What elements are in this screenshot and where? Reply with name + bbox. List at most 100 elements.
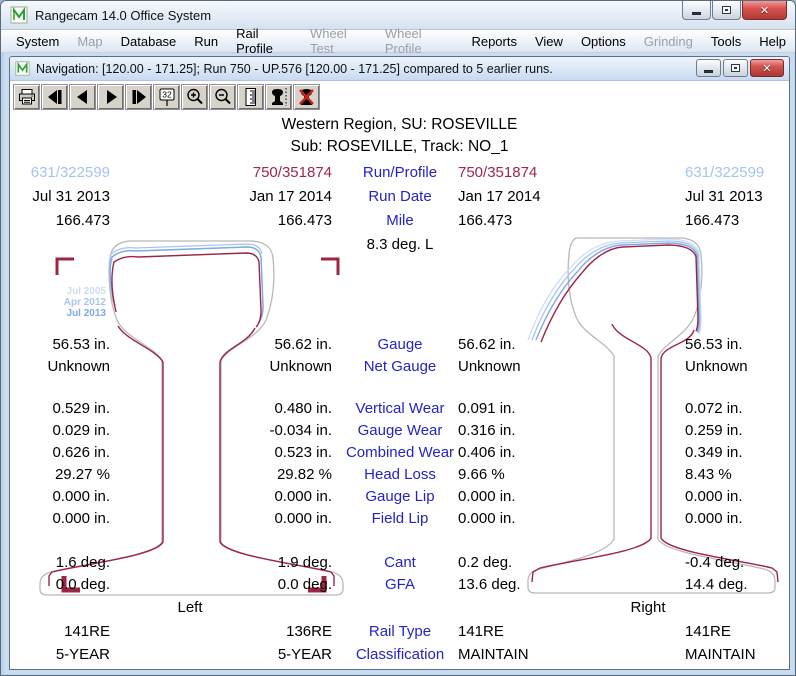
- cell: 0.029 in.: [15, 422, 110, 439]
- cell: Unknown: [458, 358, 608, 375]
- cell: 0.000 in.: [458, 510, 608, 527]
- next-run-button[interactable]: [97, 84, 124, 110]
- app-logo-icon: [10, 6, 28, 24]
- cell: Unknown: [150, 358, 332, 375]
- skip-back-icon: [45, 87, 65, 107]
- cell: 13.6 deg.: [458, 576, 608, 593]
- run-id-right-inner: 750/351874: [458, 164, 608, 181]
- cell: 0.000 in.: [685, 488, 787, 505]
- cell: 1.6 deg.: [15, 554, 110, 571]
- cell: Jan 17 2014: [150, 188, 332, 205]
- row-field-lip: 0.000 in. 0.000 in. Field Lip 0.000 in. …: [10, 510, 789, 530]
- cell: 0.626 in.: [15, 444, 110, 461]
- report-header-line1: Western Region, SU: ROSEVILLE: [10, 116, 789, 134]
- menu-run[interactable]: Run: [185, 32, 227, 51]
- skip-forward-icon: [129, 87, 149, 107]
- rail-remove-button[interactable]: [293, 84, 320, 110]
- navigation-toolbar: 32: [10, 82, 789, 112]
- nav-minimize-icon: [704, 70, 713, 73]
- milepost-sign-icon: 32: [157, 87, 177, 107]
- close-icon: ✕: [760, 4, 769, 17]
- restore-button[interactable]: [712, 1, 741, 20]
- cell: 8.43 %: [685, 466, 787, 483]
- cell: 0.000 in.: [458, 488, 608, 505]
- navigation-title-bar[interactable]: Navigation: [120.00 - 171.25]; Run 750 -…: [10, 57, 789, 81]
- restore-icon: [722, 6, 731, 14]
- cell: 141RE: [15, 623, 110, 640]
- ruler-button[interactable]: [237, 84, 264, 110]
- row-label: Gauge Lip: [336, 488, 464, 505]
- cell: 5-YEAR: [15, 646, 110, 663]
- menu-view[interactable]: View: [526, 32, 572, 51]
- menu-system[interactable]: System: [7, 32, 68, 51]
- row-run-profile: 631/322599 750/351874 Run/Profile 750/35…: [10, 164, 789, 184]
- report-header-line2: Sub: ROSEVILLE, Track: NO_1: [10, 138, 789, 156]
- row-label: Vertical Wear: [336, 400, 464, 417]
- zoom-out-icon: [213, 87, 233, 107]
- left-rail-head-bracket-right: [321, 259, 338, 275]
- cell: 0.349 in.: [685, 444, 787, 461]
- cell: 56.53 in.: [15, 336, 110, 353]
- row-vertical-wear: 0.529 in. 0.480 in. Vertical Wear 0.091 …: [10, 400, 789, 420]
- milepost-32-button[interactable]: 32: [153, 84, 180, 110]
- row-label: Net Gauge: [336, 358, 464, 375]
- nav-minimize-button[interactable]: [696, 59, 721, 77]
- menu-options[interactable]: Options: [572, 32, 635, 51]
- row-label: Gauge Wear: [336, 422, 464, 439]
- rail-profile-icon: [269, 87, 289, 107]
- navigation-window: Navigation: [120.00 - 171.25]; Run 750 -…: [9, 56, 790, 670]
- cell: Unknown: [15, 358, 110, 375]
- minimize-button[interactable]: [682, 1, 711, 20]
- row-cant: 1.6 deg. 1.9 deg. Cant 0.2 deg. -0.4 deg…: [10, 554, 789, 574]
- menu-bar: System Map Database Run Rail Profile Whe…: [1, 30, 795, 53]
- cell: Unknown: [685, 358, 787, 375]
- cell: 166.473: [685, 212, 787, 229]
- close-button[interactable]: ✕: [742, 1, 787, 20]
- row-label: Combined Wear: [336, 444, 464, 461]
- menu-help[interactable]: Help: [750, 32, 795, 51]
- row-label: Run Date: [336, 188, 464, 205]
- print-button[interactable]: [13, 84, 40, 110]
- run-id-left-outer: 631/322599: [15, 164, 110, 181]
- prev-run-button[interactable]: [69, 84, 96, 110]
- cell: 0.000 in.: [15, 488, 110, 505]
- cell: 5-YEAR: [150, 646, 332, 663]
- rail-marker-button[interactable]: [265, 84, 292, 110]
- cell: 0.0 deg.: [150, 576, 332, 593]
- cell: 0.0 deg.: [15, 576, 110, 593]
- menu-reports[interactable]: Reports: [462, 32, 526, 51]
- row-gauge: 56.53 in. 56.62 in. Gauge 56.62 in. 56.5…: [10, 336, 789, 356]
- cell: MAINTAIN: [685, 646, 787, 663]
- row-label: Rail Type: [336, 623, 464, 640]
- nav-restore-icon: [731, 64, 740, 72]
- arrow-right-icon: [101, 87, 121, 107]
- menu-tools[interactable]: Tools: [702, 32, 750, 51]
- row-run-date: Jul 31 2013 Jan 17 2014 Run Date Jan 17 …: [10, 188, 789, 208]
- minimize-icon: [692, 12, 701, 15]
- last-run-button[interactable]: [125, 84, 152, 110]
- cell: 166.473: [150, 212, 332, 229]
- cell: Jan 17 2014: [458, 188, 608, 205]
- zoom-in-button[interactable]: [181, 84, 208, 110]
- run-id-left-inner: 750/351874: [150, 164, 332, 181]
- zoom-out-button[interactable]: [209, 84, 236, 110]
- arrow-left-icon: [73, 87, 93, 107]
- cell: 136RE: [150, 623, 332, 640]
- menu-database[interactable]: Database: [112, 32, 186, 51]
- row-gauge-lip: 0.000 in. 0.000 in. Gauge Lip 0.000 in. …: [10, 488, 789, 508]
- cell: 56.53 in.: [685, 336, 787, 353]
- row-net-gauge: Unknown Unknown Net Gauge Unknown Unknow…: [10, 358, 789, 378]
- row-gfa: 0.0 deg. 0.0 deg. GFA 13.6 deg. 14.4 deg…: [10, 576, 789, 596]
- right-rail-label: Right: [598, 599, 698, 616]
- cell: 0.259 in.: [685, 422, 787, 439]
- nav-restore-button[interactable]: [723, 59, 748, 77]
- right-rail-profile-2012: [532, 241, 700, 340]
- cell: 0.529 in.: [15, 400, 110, 417]
- cell: 0.091 in.: [458, 400, 608, 417]
- nav-close-button[interactable]: ✕: [750, 59, 784, 77]
- cell: -0.4 deg.: [685, 554, 787, 571]
- main-window: Rangecam 14.0 Office System ✕ System Map…: [0, 0, 796, 676]
- left-rail-label: Left: [140, 599, 240, 616]
- first-run-button[interactable]: [41, 84, 68, 110]
- cell: 0.072 in.: [685, 400, 787, 417]
